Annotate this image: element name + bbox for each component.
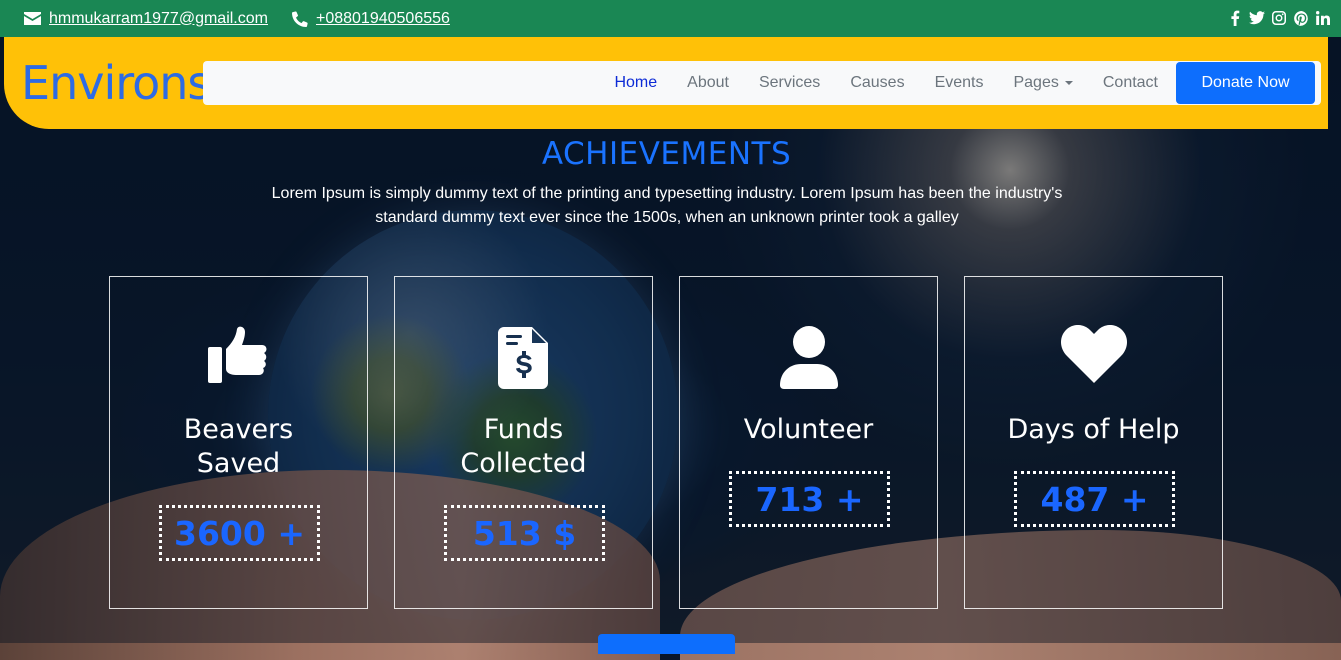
achievement-label: Volunteer: [743, 414, 874, 445]
social-links: [1227, 10, 1331, 26]
nav-menu: Home About Services Causes Events Pages …: [599, 61, 1173, 105]
achievement-counter: 713 +: [729, 471, 890, 527]
thumbs-up-icon: [110, 325, 367, 391]
facebook-icon[interactable]: [1227, 10, 1243, 26]
user-icon: [680, 325, 937, 391]
section-title: ACHIEVEMENTS: [541, 136, 792, 172]
achievement-counter: 513 $: [444, 505, 605, 561]
nav-item-pages-dropdown[interactable]: Pages: [998, 74, 1087, 92]
phone-link[interactable]: +08801940506556: [316, 10, 450, 28]
nav-item-home[interactable]: Home: [599, 74, 672, 92]
email-link[interactable]: hmmukarram1977@gmail.com: [49, 10, 268, 28]
top-bar: hmmukarram1977@gmail.com +08801940506556: [0, 0, 1341, 37]
achievement-label: Beavers Saved: [183, 414, 294, 479]
achievement-card-beavers: Beavers Saved 3600 +: [109, 276, 368, 609]
invoice-dollar-icon: [395, 325, 652, 391]
instagram-icon[interactable]: [1271, 10, 1287, 26]
nav-item-services[interactable]: Services: [744, 74, 835, 92]
contact-phone: +08801940506556: [291, 10, 450, 28]
achievement-label: Funds Collected: [460, 414, 587, 479]
donate-button[interactable]: Donate Now: [1176, 62, 1315, 104]
pinterest-icon[interactable]: [1293, 10, 1309, 26]
main-navbar: Home About Services Causes Events Pages …: [203, 61, 1321, 105]
brand-logo[interactable]: Environs: [21, 56, 211, 110]
phone-icon: [291, 10, 308, 27]
caret-down-icon: [1064, 80, 1073, 85]
achievement-label: Days of Help: [1007, 414, 1180, 445]
site-header: Environs Home About Services Causes Even…: [4, 37, 1328, 129]
heart-icon: [965, 325, 1222, 391]
nav-item-about[interactable]: About: [672, 74, 744, 92]
linkedin-icon[interactable]: [1315, 10, 1331, 26]
nav-item-pages-label: Pages: [1013, 74, 1059, 91]
nav-item-events[interactable]: Events: [920, 74, 999, 92]
section-description: Lorem Ipsum is simply dummy text of the …: [271, 185, 1063, 226]
achievement-card-days: Days of Help 487 +: [964, 276, 1223, 609]
nav-item-contact[interactable]: Contact: [1088, 74, 1173, 92]
achievement-counter: 3600 +: [159, 505, 320, 561]
twitter-icon[interactable]: [1249, 10, 1265, 26]
achievement-card-funds: Funds Collected 513 $: [394, 276, 653, 609]
contact-email: hmmukarram1977@gmail.com: [24, 10, 268, 28]
achievement-counter: 487 +: [1014, 471, 1175, 527]
envelope-icon: [24, 12, 41, 25]
achievement-card-volunteer: Volunteer 713 +: [679, 276, 938, 609]
nav-item-causes[interactable]: Causes: [835, 74, 919, 92]
section-button[interactable]: [598, 634, 735, 654]
